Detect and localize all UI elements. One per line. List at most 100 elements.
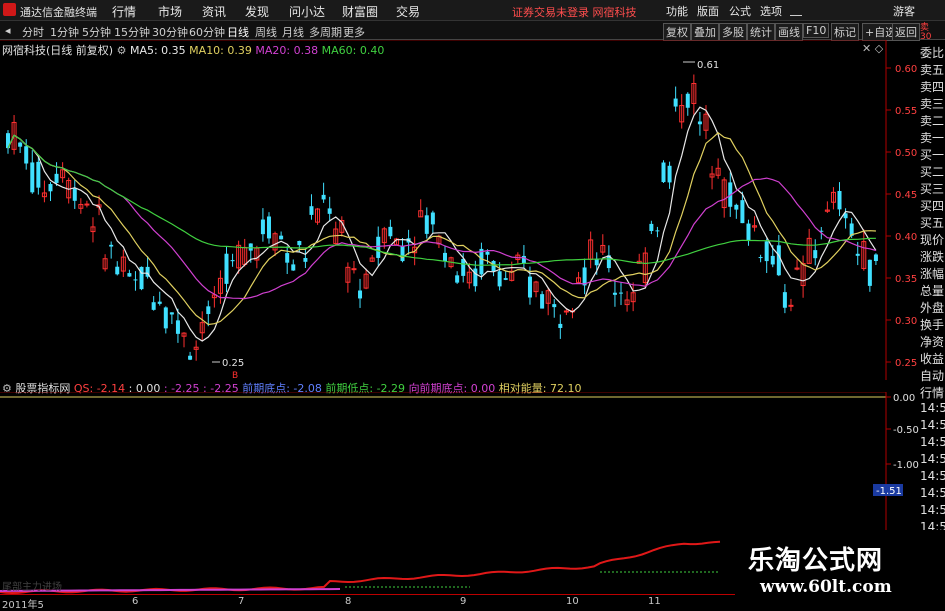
side-item[interactable]: 卖五 — [920, 61, 944, 78]
menu-wenxiaoda[interactable]: 问小达 — [289, 3, 325, 20]
side-item[interactable]: 自动 — [920, 367, 944, 384]
side-item[interactable]: 买四 — [920, 197, 944, 214]
energy-curve — [0, 540, 721, 594]
low-annotation: 0.25 — [212, 358, 244, 369]
side-item[interactable]: 总量 — [920, 282, 944, 299]
menu-gongshi[interactable]: 公式 — [729, 3, 751, 19]
login-notice[interactable]: 证券交易未登录 网宿科技 — [512, 4, 637, 20]
toolbar-back-icon[interactable]: ◂ — [5, 24, 11, 37]
candle-down — [655, 230, 660, 232]
candle-down — [497, 271, 502, 287]
candle-down — [552, 304, 557, 308]
side-item[interactable]: 14:5 — [920, 486, 945, 500]
btn-tongji[interactable]: 统计 — [747, 23, 775, 41]
period-multi[interactable]: 多周期 — [309, 24, 342, 40]
side-item[interactable]: 卖一 — [920, 129, 944, 146]
btn-f10[interactable]: F10 — [803, 23, 830, 38]
side-item[interactable]: 14:5 — [920, 418, 945, 432]
btn-fuquan[interactable]: 复权 — [663, 23, 691, 41]
candle-down — [813, 250, 818, 259]
menu-caifuquan[interactable]: 财富圈 — [342, 3, 378, 20]
side-item[interactable]: 涨幅 — [920, 265, 944, 282]
side-item[interactable]: 14:5 — [920, 435, 945, 449]
side-item[interactable]: 现价 — [920, 231, 944, 248]
side-item[interactable]: 委比 — [920, 44, 944, 61]
menu-xuanxiang[interactable]: 选项 — [760, 3, 782, 19]
candle-down — [473, 268, 478, 287]
candle-down — [72, 188, 77, 201]
btn-huaxian[interactable]: 画线 — [775, 23, 803, 41]
price-tick-label: 0.45 — [895, 190, 917, 201]
side-item[interactable]: 行情 — [920, 384, 944, 401]
indicator-tick-label: -1.00 — [893, 460, 919, 471]
side-item[interactable]: 买二 — [920, 163, 944, 180]
period-1min[interactable]: 1分钟 — [50, 24, 79, 40]
candle-down — [503, 278, 508, 280]
candle-down — [157, 301, 162, 304]
candle-down — [224, 253, 229, 284]
price-tick-label: 0.30 — [895, 316, 917, 327]
candle-down — [485, 251, 490, 255]
candle-down — [309, 206, 314, 215]
candle-down — [127, 273, 132, 277]
side-item[interactable]: 14:5 — [920, 503, 945, 517]
minimize-icon[interactable] — [790, 5, 802, 16]
login-notice-text: 证券交易未登录 — [512, 6, 589, 19]
period-weekly[interactable]: 周线 — [255, 24, 277, 40]
period-daily[interactable]: 日线 — [227, 24, 249, 40]
side-item[interactable]: 买五 — [920, 214, 944, 231]
candle-down — [776, 245, 781, 276]
candle-down — [169, 312, 174, 315]
price-tick-label: 0.60 — [895, 64, 917, 75]
xaxis-label-4: 9 — [460, 596, 467, 607]
candle-up — [563, 310, 569, 313]
notice-company: 网宿科技 — [592, 6, 637, 19]
btn-diejia[interactable]: 叠加 — [691, 23, 719, 41]
candle-down — [248, 243, 253, 251]
menu-faxian[interactable]: 发现 — [245, 3, 269, 20]
side-item[interactable]: 14:5 — [920, 469, 945, 483]
candle-down — [109, 244, 114, 247]
candle-down — [649, 223, 654, 232]
menu-shichang[interactable]: 市场 — [158, 3, 182, 20]
candlesticks — [6, 74, 878, 361]
period-60min[interactable]: 60分钟 — [189, 24, 225, 40]
period-15min[interactable]: 15分钟 — [114, 24, 150, 40]
side-item[interactable]: 净资 — [920, 333, 944, 350]
side-item[interactable]: 买一 — [920, 146, 944, 163]
menu-jiaoyi[interactable]: 交易 — [396, 3, 420, 20]
period-monthly[interactable]: 月线 — [282, 24, 304, 40]
btn-duogu[interactable]: 多股 — [719, 23, 747, 41]
period-fenshi[interactable]: 分时 — [22, 24, 44, 40]
candle-down — [673, 98, 678, 107]
side-item[interactable]: 买三 — [920, 180, 944, 197]
price-tick-label: 0.40 — [895, 232, 917, 243]
menu-hangqing[interactable]: 行情 — [112, 3, 136, 20]
menu-gongneng[interactable]: 功能 — [666, 3, 688, 19]
moving-average-lines — [7, 106, 877, 342]
candle-down — [770, 255, 775, 265]
side-item[interactable]: 卖二 — [920, 112, 944, 129]
candle-down — [400, 245, 405, 262]
side-item[interactable]: 外盘 — [920, 299, 944, 316]
btn-fanhui[interactable]: 返回 — [892, 23, 920, 41]
candle-down — [558, 323, 563, 328]
period-more[interactable]: 更多 — [343, 24, 365, 40]
side-item[interactable]: 卖三 — [920, 95, 944, 112]
menu-zixun[interactable]: 资讯 — [202, 3, 226, 20]
period-5min[interactable]: 5分钟 — [82, 24, 111, 40]
side-item[interactable]: 卖四 — [920, 78, 944, 95]
period-30min[interactable]: 30分钟 — [152, 24, 188, 40]
candle-down — [685, 93, 690, 108]
side-item[interactable]: 涨跌 — [920, 248, 944, 265]
menu-banmian[interactable]: 版面 — [697, 3, 719, 19]
side-item[interactable]: 换手 — [920, 316, 944, 333]
side-item[interactable]: 14:5 — [920, 401, 945, 415]
user-guest[interactable]: 游客 — [893, 3, 915, 19]
price-chart[interactable]: 0.60 0.55 0.50 0.45 0.40 0.35 0.30 0.25 0.61 0.… — [0, 40, 920, 380]
side-item[interactable]: 14:5 — [920, 452, 945, 466]
price-axis-ticks: 0.60 0.55 0.50 0.45 0.40 0.35 0.30 0.25 — [886, 64, 917, 369]
btn-biaoji[interactable]: 标记 — [831, 23, 859, 41]
side-item[interactable]: 收益 — [920, 350, 944, 367]
candle-down — [30, 162, 35, 193]
